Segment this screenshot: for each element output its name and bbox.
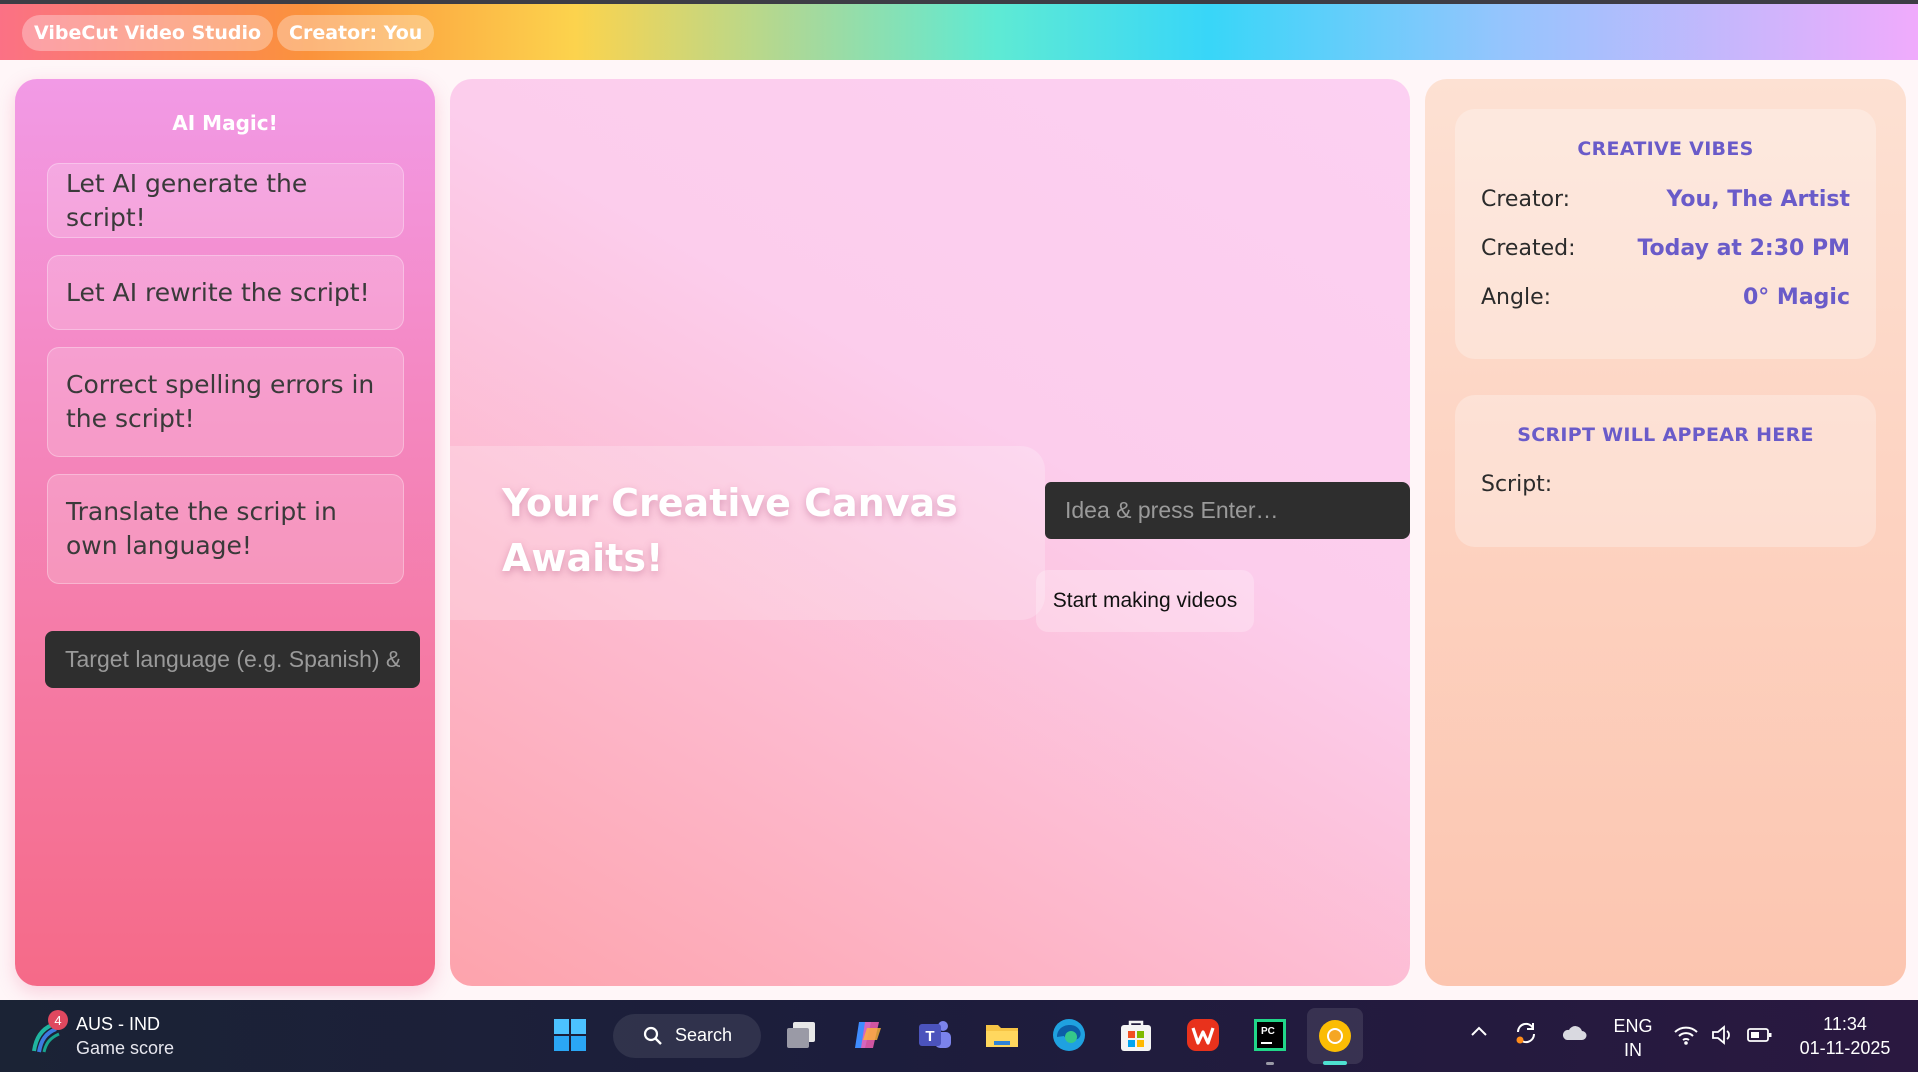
windows-taskbar: 4 AUS - IND Game score Search T PC ENG I… xyxy=(0,1000,1918,1072)
creator-value: You, The Artist xyxy=(1666,187,1851,212)
region-code: IN xyxy=(1624,1040,1642,1060)
widget-subtitle: Game score xyxy=(76,1038,175,1058)
file-explorer-button[interactable] xyxy=(981,1014,1023,1056)
angle-value: 0° Magic xyxy=(1742,285,1850,310)
chevron-up-icon xyxy=(1471,1026,1487,1036)
app-header: VibeCut Video Studio Creator: You xyxy=(0,4,1918,60)
creator-row: Creator: You, The Artist xyxy=(1481,187,1850,219)
store-icon xyxy=(1121,1020,1151,1051)
widget-title: AUS - IND xyxy=(76,1014,161,1034)
copilot-button[interactable] xyxy=(847,1014,889,1056)
browser-active-tile[interactable] xyxy=(1307,1008,1363,1065)
teams-icon: T xyxy=(919,1021,951,1048)
hero-banner: Your Creative Canvas Awaits! xyxy=(450,446,1045,620)
created-value: Today at 2:30 PM xyxy=(1637,236,1850,261)
taskbar-search[interactable]: Search xyxy=(613,1014,761,1058)
correct-spelling-button[interactable]: Correct spelling errors in the script! xyxy=(47,347,404,457)
pycharm-button[interactable]: PC xyxy=(1249,1014,1291,1056)
wifi-icon xyxy=(1674,1026,1698,1045)
correct-spelling-label: Correct spelling errors in the script! xyxy=(66,370,375,433)
ai-magic-title: AI Magic! xyxy=(172,111,278,135)
pycharm-running-indicator xyxy=(1266,1062,1274,1065)
creative-vibes-title: CREATIVE VIBES xyxy=(1577,138,1754,160)
wps-office-button[interactable] xyxy=(1182,1014,1224,1056)
chrome-active-indicator xyxy=(1323,1061,1347,1065)
svg-text:PC: PC xyxy=(1261,1026,1275,1037)
score-widget[interactable]: 4 AUS - IND Game score xyxy=(26,1010,206,1062)
onedrive-tray-button[interactable] xyxy=(1561,1024,1587,1047)
windows-logo-icon xyxy=(554,1019,586,1051)
creative-vibes-card: CREATIVE VIBES Creator: You, The Artist … xyxy=(1455,109,1876,359)
search-icon xyxy=(643,1026,662,1045)
teams-button[interactable]: T xyxy=(914,1014,956,1056)
hero-title: Your Creative Canvas Awaits! xyxy=(502,481,958,580)
edge-browser-button[interactable] xyxy=(1048,1014,1090,1056)
task-view-button[interactable] xyxy=(780,1014,822,1056)
svg-text:T: T xyxy=(925,1028,934,1045)
quick-settings-button[interactable] xyxy=(1673,1020,1773,1052)
angle-row: Angle: 0° Magic xyxy=(1481,285,1850,317)
rewrite-script-label: Let AI rewrite the script! xyxy=(66,277,370,307)
search-label: Search xyxy=(675,1025,733,1045)
target-language-input[interactable] xyxy=(45,631,420,688)
generate-script-label: Let AI generate the script! xyxy=(66,168,308,232)
clock-date: 01-11-2025 xyxy=(1799,1038,1891,1058)
script-card-title: SCRIPT WILL APPEAR HERE xyxy=(1517,424,1814,446)
clock[interactable]: 11:34 01-11-2025 xyxy=(1790,1012,1900,1060)
translate-script-label: Translate the script in own language! xyxy=(66,497,337,560)
script-row: Script: xyxy=(1481,472,1850,504)
pycharm-icon: PC xyxy=(1254,1019,1286,1051)
app-name-badge: VibeCut Video Studio xyxy=(22,15,274,51)
microsoft-store-button[interactable] xyxy=(1115,1014,1157,1056)
notification-badge: 4 xyxy=(48,1010,68,1030)
script-label: Script: xyxy=(1481,472,1553,497)
rewrite-script-button[interactable]: Let AI rewrite the script! xyxy=(47,255,404,330)
battery-icon xyxy=(1747,1028,1772,1042)
translate-script-button[interactable]: Translate the script in own language! xyxy=(47,474,404,584)
idea-input[interactable] xyxy=(1045,482,1410,539)
copilot-icon xyxy=(855,1022,881,1048)
created-label: Created: xyxy=(1481,236,1576,261)
volume-icon xyxy=(1712,1025,1730,1045)
start-button[interactable] xyxy=(549,1014,591,1056)
generate-script-button[interactable]: Let AI generate the script! xyxy=(47,163,404,238)
clock-time: 11:34 xyxy=(1823,1014,1867,1034)
language-code: ENG xyxy=(1613,1016,1653,1036)
angle-label: Angle: xyxy=(1481,285,1552,310)
task-view-icon xyxy=(787,1022,815,1048)
ai-magic-panel: AI Magic! Let AI generate the script! Le… xyxy=(15,79,435,986)
sync-tray-button[interactable] xyxy=(1513,1020,1539,1051)
creator-label: Creator: xyxy=(1481,187,1571,212)
folder-icon xyxy=(986,1025,1018,1047)
cloud-icon xyxy=(1562,1026,1587,1040)
chrome-icon xyxy=(1319,1020,1351,1052)
input-language-indicator[interactable]: ENG IN xyxy=(1608,1014,1658,1062)
details-panel: CREATIVE VIBES Creator: You, The Artist … xyxy=(1425,79,1906,986)
edge-icon xyxy=(1053,1019,1085,1051)
show-hidden-icons-button[interactable] xyxy=(1470,1024,1488,1043)
start-making-videos-label: Start making videos xyxy=(1052,589,1238,612)
creator-badge: Creator: You xyxy=(277,15,435,51)
script-card: SCRIPT WILL APPEAR HERE Script: xyxy=(1455,395,1876,547)
sync-icon xyxy=(1516,1022,1536,1044)
start-making-videos-button[interactable]: Start making videos xyxy=(1036,570,1254,632)
wps-office-icon xyxy=(1187,1019,1219,1051)
created-row: Created: Today at 2:30 PM xyxy=(1481,236,1850,268)
